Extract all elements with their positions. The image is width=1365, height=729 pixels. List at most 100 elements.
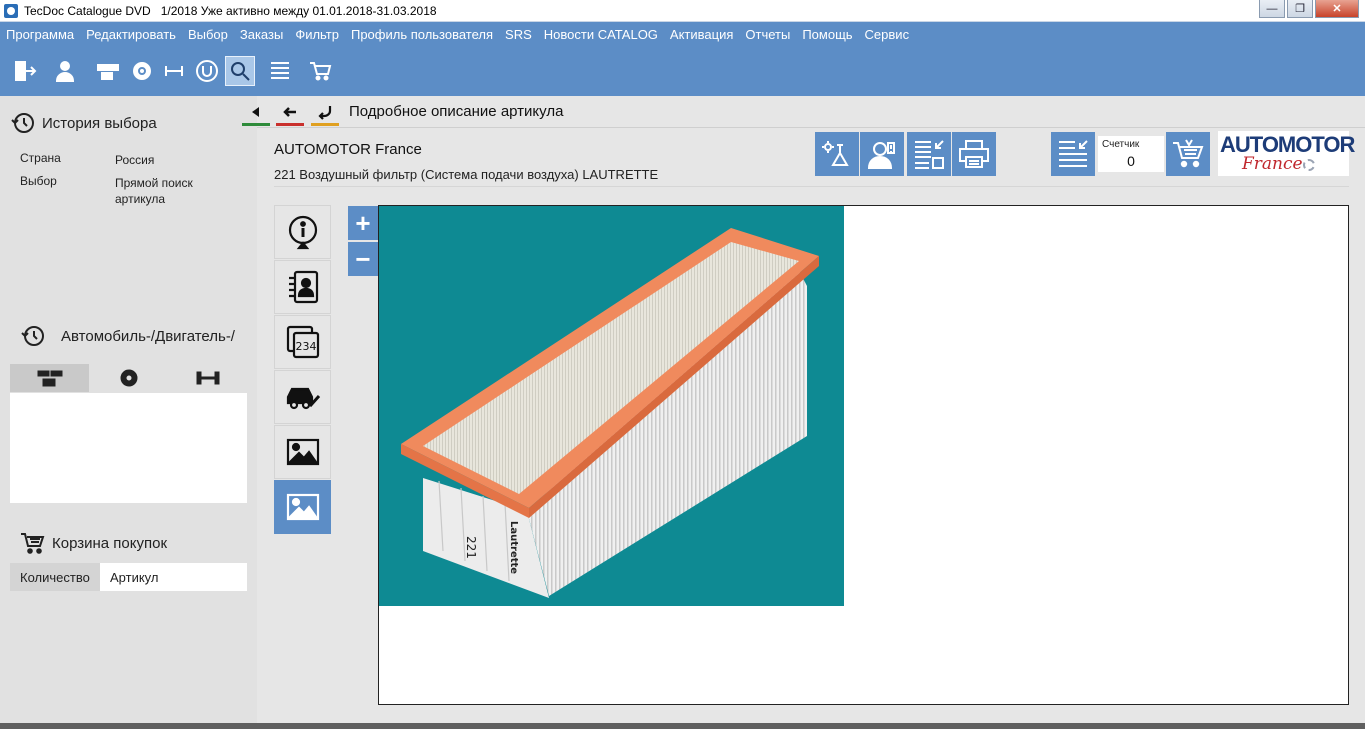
shopping-cart-icon xyxy=(21,533,45,554)
exit-icon[interactable] xyxy=(10,56,40,86)
flask-icon xyxy=(822,141,849,166)
history-value-selection: Прямой поиск артикула xyxy=(115,176,193,206)
history-header: История выбора xyxy=(10,110,157,136)
lab-analysis-button[interactable] xyxy=(815,132,859,176)
add-to-list-button[interactable] xyxy=(1051,132,1095,176)
tab-images[interactable] xyxy=(274,425,331,479)
return-button[interactable] xyxy=(311,100,339,126)
product-photo: 221 Lautrette xyxy=(379,206,844,606)
arrow-left-icon xyxy=(283,106,296,117)
return-arrow-icon xyxy=(318,105,332,120)
menu-reports[interactable]: Отчеты xyxy=(741,27,794,42)
history-value-country: Россия xyxy=(115,153,155,167)
menu-orders[interactable]: Заказы xyxy=(236,27,287,42)
back-button[interactable] xyxy=(276,100,304,126)
tab-contacts[interactable] xyxy=(274,260,331,314)
zoom-in-button[interactable]: + xyxy=(348,206,378,240)
tab-images-selected[interactable] xyxy=(274,480,331,534)
axle-icon[interactable] xyxy=(159,56,189,86)
car-check-icon xyxy=(286,387,320,410)
support-contact-button[interactable] xyxy=(860,132,904,176)
tab-axle[interactable] xyxy=(168,364,247,392)
printer-icon xyxy=(959,140,989,168)
header-divider xyxy=(257,127,1365,128)
menu-program[interactable]: Программа xyxy=(2,27,78,42)
close-button[interactable]: ✕ xyxy=(1315,0,1359,18)
gear-icon xyxy=(1303,159,1315,171)
shopping-cart-icon[interactable] xyxy=(305,56,335,86)
part-number-print: 221 xyxy=(464,536,478,559)
restore-button[interactable]: ❐ xyxy=(1287,0,1313,18)
search-icon[interactable] xyxy=(225,56,255,86)
history-icon xyxy=(11,113,34,133)
support-agent-icon xyxy=(867,142,895,169)
image-icon xyxy=(286,493,319,521)
zoom-out-button[interactable]: − xyxy=(348,242,378,276)
main-toolbar xyxy=(0,46,1365,96)
counter-label: Счетчик xyxy=(1102,139,1140,150)
menu-activation[interactable]: Активация xyxy=(666,27,737,42)
compare-list-button[interactable] xyxy=(907,132,951,176)
info-icon xyxy=(288,215,317,250)
list-icon[interactable] xyxy=(265,56,295,86)
tab-vehicles[interactable] xyxy=(10,364,89,392)
menu-help[interactable]: Помощь xyxy=(798,27,856,42)
history-title: История выбора xyxy=(42,114,157,132)
cart-title: Корзина покупок xyxy=(52,534,168,552)
image-icon xyxy=(286,438,319,466)
vehicle-title: Автомобиль-/Двигатель-/ xyxy=(61,327,235,345)
vehicles-icon[interactable] xyxy=(93,56,123,86)
user-icon[interactable] xyxy=(50,56,80,86)
menu-select[interactable]: Выбор xyxy=(184,27,232,42)
counter-value: 0 xyxy=(1127,153,1135,169)
axle-icon xyxy=(196,371,219,385)
image-viewer[interactable]: 221 Lautrette xyxy=(378,205,1349,705)
vehicle-header: Автомобиль-/Двигатель-/ xyxy=(20,323,235,349)
collapse-panel-button[interactable] xyxy=(242,100,270,126)
history-label-selection: Выбор xyxy=(20,174,57,188)
universal-parts-icon[interactable] xyxy=(192,56,222,86)
menu-filter[interactable]: Фильтр xyxy=(291,27,343,42)
history-icon xyxy=(21,326,44,346)
description-divider xyxy=(274,186,1349,187)
print-button[interactable] xyxy=(952,132,996,176)
window-controls: — ❐ ✕ xyxy=(1257,0,1359,18)
tab-engine[interactable] xyxy=(89,364,168,392)
cart-header: Корзина покупок xyxy=(20,530,167,556)
window-title: TecDoc Catalogue DVD 1/2018 Уже активно … xyxy=(24,3,437,18)
engine-icon xyxy=(120,369,137,387)
window-titlebar: TecDoc Catalogue DVD 1/2018 Уже активно … xyxy=(0,0,1365,22)
bottom-strip xyxy=(0,723,1365,729)
menu-srs[interactable]: SRS xyxy=(501,27,536,42)
reference-number-text: 234 xyxy=(295,340,316,353)
triangle-left-icon xyxy=(252,106,259,117)
vehicles-icon xyxy=(37,370,62,387)
menu-user-profile[interactable]: Профиль пользователя xyxy=(347,27,497,42)
tab-info[interactable] xyxy=(274,205,331,259)
article-description: 221 Воздушный фильтр (Система подачи воз… xyxy=(274,167,659,182)
list-transfer-icon xyxy=(1059,140,1088,167)
counter: Счетчик 0 xyxy=(1098,136,1164,172)
logo-line-2: France xyxy=(1242,154,1303,174)
main-area: История выбора Страна Россия Выбор Прямо… xyxy=(0,96,1365,723)
cart-table-header: Количество Артикул xyxy=(10,563,247,591)
page-title: Подробное описание артикула xyxy=(349,103,564,120)
list-transfer-icon xyxy=(915,140,944,169)
minimize-button[interactable]: — xyxy=(1259,0,1285,18)
history-label-country: Страна xyxy=(20,151,61,165)
engine-icon[interactable] xyxy=(127,56,157,86)
menu-edit[interactable]: Редактировать xyxy=(82,27,180,42)
contact-book-icon xyxy=(288,270,318,304)
cart-col-article[interactable]: Артикул xyxy=(100,563,247,591)
menu-bar: Программа Редактировать Выбор Заказы Фил… xyxy=(0,22,1365,46)
vehicle-list[interactable] xyxy=(10,393,247,503)
supplier-name: AUTOMOTOR France xyxy=(274,141,422,158)
menu-news[interactable]: Новости CATALOG xyxy=(540,27,662,42)
add-to-cart-button[interactable] xyxy=(1166,132,1210,176)
shopping-cart-icon xyxy=(1173,139,1204,168)
cart-col-quantity[interactable]: Количество xyxy=(10,563,100,591)
tab-vehicle-usage[interactable] xyxy=(274,370,331,424)
tab-reference-numbers[interactable]: 234 xyxy=(274,315,331,369)
numbers-icon: 234 xyxy=(286,325,319,359)
menu-service[interactable]: Сервис xyxy=(861,27,914,42)
